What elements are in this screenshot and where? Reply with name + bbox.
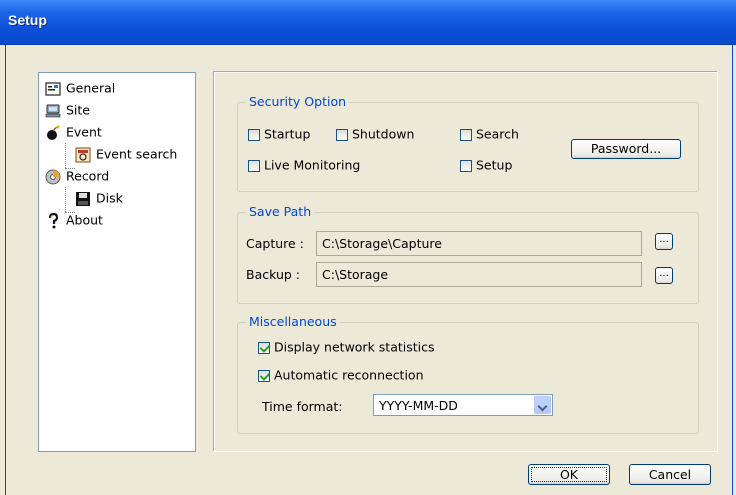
time-format-label: Time format: [262,399,343,414]
search-checkbox-box[interactable] [460,128,472,141]
shutdown-checkbox[interactable]: Shutdown [336,126,414,142]
window-title: Setup [8,12,47,28]
title-bar[interactable]: Setup [0,0,736,45]
setup-checkbox[interactable]: Setup [460,157,512,173]
record-icon [45,169,61,184]
backup-browse-button[interactable]: ... [655,267,673,284]
tree-item-event[interactable]: Event [45,123,102,141]
time-format-value: YYYY-MM-DD [379,398,458,413]
security-option-title: Security Option [246,94,350,109]
startup-checkbox-box[interactable] [248,128,260,141]
ok-button[interactable]: OK [528,464,610,485]
general-icon [45,81,61,96]
save-path-group: Save Path Capture : C:\Storage\Capture .… [237,204,699,304]
capture-browse-button[interactable]: ... [655,233,673,250]
tree-item-disk[interactable]: Disk [75,189,123,207]
event-icon [47,125,60,140]
miscellaneous-title: Miscellaneous [246,314,340,329]
setup-checkbox-box[interactable] [460,159,472,172]
site-icon [45,104,61,117]
tree-item-event-search[interactable]: Event search [75,145,177,163]
settings-panel: Security Option Startup Shutdown Search … [214,72,718,452]
disk-icon [76,191,90,206]
time-format-select[interactable]: YYYY-MM-DD [373,394,553,416]
miscellaneous-group: Miscellaneous Display network statistics… [237,314,699,434]
live-monitoring-checkbox-box[interactable] [248,159,260,172]
chevron-down-icon[interactable] [534,396,551,414]
display-network-statistics-checkbox[interactable]: Display network statistics [258,339,435,355]
startup-checkbox[interactable]: Startup [248,126,310,142]
search-checkbox[interactable]: Search [460,126,519,142]
tree-item-site[interactable]: Site [45,101,90,119]
about-icon [48,212,59,228]
tree-item-general[interactable]: General [45,79,115,97]
backup-path-field[interactable]: C:\Storage [316,262,642,287]
cancel-button[interactable]: Cancel [629,464,711,485]
capture-path-field[interactable]: C:\Storage\Capture [316,231,642,256]
shutdown-checkbox-box[interactable] [336,128,348,141]
capture-label: Capture : [246,236,304,251]
save-path-title: Save Path [246,204,315,219]
automatic-reconnection-checkbox[interactable]: Automatic reconnection [258,367,424,383]
live-monitoring-checkbox[interactable]: Live Monitoring [248,157,360,173]
security-option-group: Security Option Startup Shutdown Search … [237,94,699,192]
backup-label: Backup : [246,267,301,282]
tree-item-about[interactable]: About [45,211,103,229]
automatic-reconnection-checkbox-box[interactable] [258,369,270,382]
display-network-statistics-checkbox-box[interactable] [258,341,270,354]
event-search-icon [75,147,91,162]
settings-tree[interactable]: General Site Event Event search Record D… [38,72,196,452]
password-button[interactable]: Password... [571,139,681,159]
tree-item-record[interactable]: Record [45,167,109,185]
